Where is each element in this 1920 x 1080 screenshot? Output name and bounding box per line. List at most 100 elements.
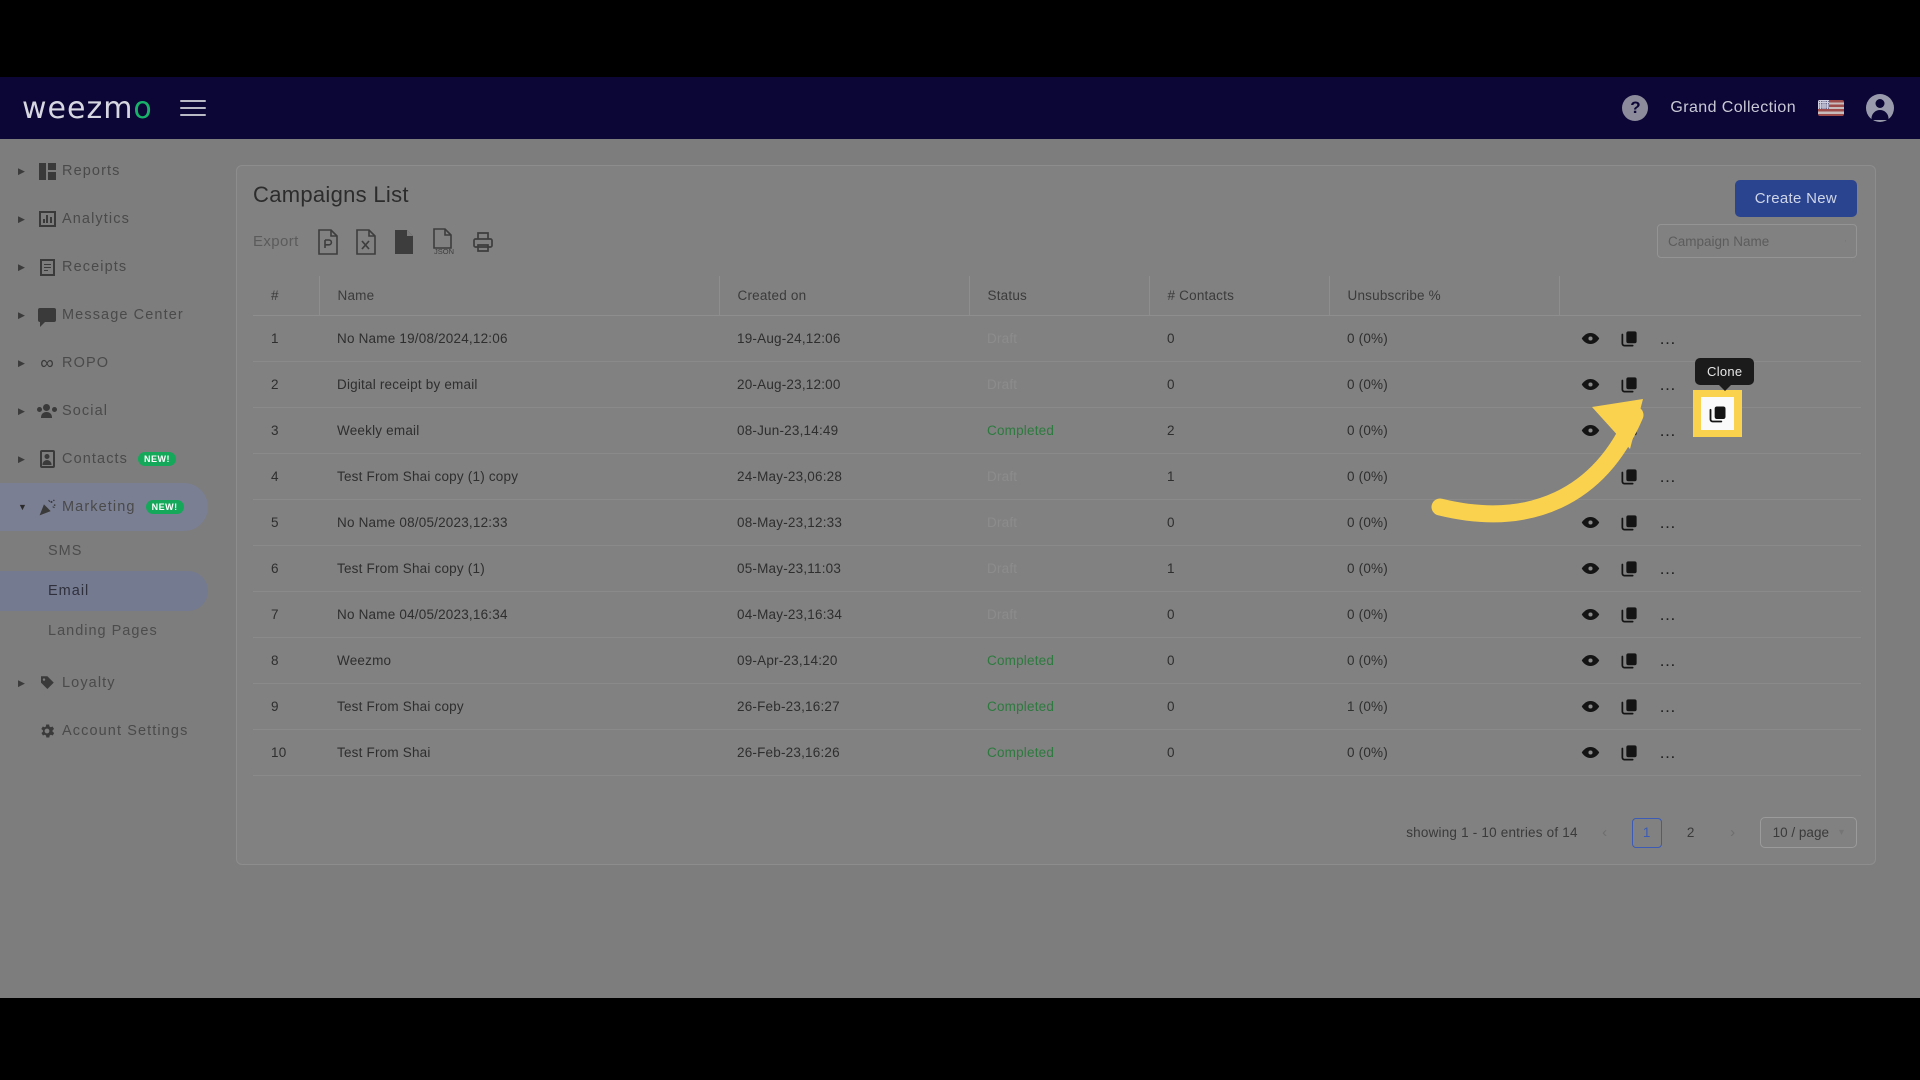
preview-eye-icon[interactable] [1581,329,1600,348]
sidebar-item-message-center[interactable]: ▶ Message Center [0,291,208,339]
csv-icon[interactable] [393,229,415,255]
search-icon [1845,240,1846,242]
cell-number: 3 [253,407,319,454]
clone-icon[interactable] [1620,421,1639,440]
table-row[interactable]: 2 Digital receipt by email 20-Aug-23,12:00… [253,361,1861,408]
sidebar-item-email[interactable]: Email [0,571,208,611]
pagination-next-button[interactable]: › [1720,824,1746,841]
account-circle-icon[interactable] [1866,94,1894,122]
table-row[interactable]: 9 Test From Shai copy 26-Feb-23,16:27 Compl… [253,683,1861,730]
page-size-select[interactable]: 10 / page ▾ [1759,817,1857,848]
clone-icon[interactable] [1620,467,1639,486]
more-options-icon[interactable]: … [1659,422,1678,439]
table-row[interactable]: 5 No Name 08/05/2023,12:33 08-May-23,12:33… [253,499,1861,546]
loyalty-icon [32,674,62,692]
us-flag-icon[interactable] [1818,100,1844,116]
table-row[interactable]: 8 Weezmo 09-Apr-23,14:20 Completed 0 0 (0%)… [253,637,1861,684]
sidebar-item-reports[interactable]: ▶ Reports [0,147,208,195]
table-row[interactable]: 6 Test From Shai copy (1) 05-May-23,11:03 D… [253,545,1861,592]
column-header-actions [1558,276,1861,316]
sidebar-item-receipts[interactable]: ▶ Receipts [0,243,208,291]
table-row[interactable]: 3 Weekly email 08-Jun-23,14:49 Completed 2 0 … [253,407,1861,454]
clone-icon[interactable] [1620,743,1639,762]
pagination-prev-button[interactable]: ‹ [1592,824,1618,841]
cell-contacts: 0 [1149,683,1329,730]
more-options-icon[interactable]: … [1659,560,1678,577]
preview-eye-icon[interactable] [1581,375,1600,394]
clone-icon[interactable] [1620,605,1639,624]
more-options-icon[interactable]: … [1659,514,1678,531]
preview-eye-icon[interactable] [1581,513,1600,532]
table-row[interactable]: 10 Test From Shai 26-Feb-23,16:26 Completed… [253,729,1861,776]
column-header-unsubscribe[interactable]: Unsubscribe % [1328,276,1559,316]
table-row[interactable]: 1 No Name 19/08/2024,12:06 19-Aug-24,12:06… [253,315,1861,362]
sidebar-item-loyalty[interactable]: ▶ Loyalty [0,659,208,707]
sidebar-item-sms[interactable]: SMS [0,531,208,571]
sidebar-item-analytics[interactable]: ▶ Analytics [0,195,208,243]
cell-actions: … [1559,453,1861,500]
contacts-icon [32,450,62,468]
cell-name: Test From Shai copy (1) copy [319,453,719,500]
cell-name: No Name 04/05/2023,16:34 [319,591,719,638]
print-icon[interactable] [471,230,495,254]
pagination-page-2[interactable]: 2 [1676,818,1706,848]
more-options-icon[interactable]: … [1659,652,1678,669]
weezmo-logo[interactable]: weezm o [22,91,152,126]
cell-unsubscribe: 0 (0%) [1329,361,1559,408]
preview-eye-icon[interactable] [1581,605,1600,624]
cell-name: Test From Shai [319,729,719,776]
json-icon[interactable]: JSON [431,228,455,255]
preview-eye-icon[interactable] [1581,743,1600,762]
excel-icon[interactable] [355,228,377,255]
hamburger-icon[interactable] [179,95,206,121]
more-options-icon[interactable]: … [1659,330,1678,347]
column-header-created[interactable]: Created on [718,276,969,316]
sidebar-item-contacts[interactable]: ▶ Contacts NEW! [0,435,208,483]
table-row[interactable]: 7 No Name 04/05/2023,16:34 04-May-23,16:34… [253,591,1861,638]
cell-created-on: 26-Feb-23,16:27 [719,683,969,730]
clone-button-highlight[interactable] [1693,390,1742,437]
create-new-button[interactable]: Create New [1734,180,1857,217]
more-options-icon[interactable]: … [1659,468,1678,485]
column-header-name[interactable]: Name [318,276,719,316]
clone-icon[interactable] [1620,559,1639,578]
status-badge: Draft [969,315,1149,362]
table-row[interactable]: 4 Test From Shai copy (1) copy 24-May-23,0… [253,453,1861,500]
clone-icon[interactable] [1620,329,1639,348]
sidebar-item-landing-pages[interactable]: Landing Pages [0,611,208,651]
sidebar-item-account-settings[interactable]: Account Settings [0,707,208,755]
preview-eye-icon[interactable] [1581,421,1600,440]
clone-icon[interactable] [1620,375,1639,394]
cell-contacts: 1 [1149,545,1329,592]
column-header-number[interactable]: # [253,276,319,316]
clone-icon[interactable] [1620,651,1639,670]
sidebar-item-ropo[interactable]: ▶ ∞ ROPO [0,339,208,387]
sidebar-item-marketing[interactable]: ▼ Marketing NEW! [0,483,208,531]
preview-eye-icon[interactable] [1581,697,1600,716]
more-options-icon[interactable]: … [1659,698,1678,715]
more-options-icon[interactable]: … [1659,376,1678,393]
preview-eye-icon[interactable] [1581,559,1600,578]
sidebar-label: Loyalty [62,675,116,691]
clone-icon[interactable] [1620,513,1639,532]
preview-eye-icon[interactable] [1581,651,1600,670]
cell-unsubscribe: 0 (0%) [1329,545,1559,592]
sidebar-label: Analytics [62,211,130,227]
column-header-status[interactable]: Status [968,276,1149,316]
sidebar-item-social[interactable]: ▶ Social [0,387,208,435]
search-input[interactable] [1668,233,1845,249]
cell-actions: … [1559,591,1861,638]
pdf-icon[interactable] [317,228,339,255]
help-icon[interactable]: ? [1622,95,1649,121]
pagination-page-1[interactable]: 1 [1631,817,1662,848]
chevron-right-icon: ▶ [18,357,25,368]
cell-name: No Name 08/05/2023,12:33 [319,499,719,546]
column-header-contacts[interactable]: # Contacts [1148,276,1329,316]
more-options-icon[interactable]: … [1659,606,1678,623]
clone-icon[interactable] [1620,697,1639,716]
cell-name: Test From Shai copy [319,683,719,730]
search-campaign-box[interactable] [1657,224,1857,258]
more-options-icon[interactable]: … [1659,744,1678,761]
preview-eye-icon[interactable] [1581,467,1600,486]
cell-number: 4 [253,453,319,500]
